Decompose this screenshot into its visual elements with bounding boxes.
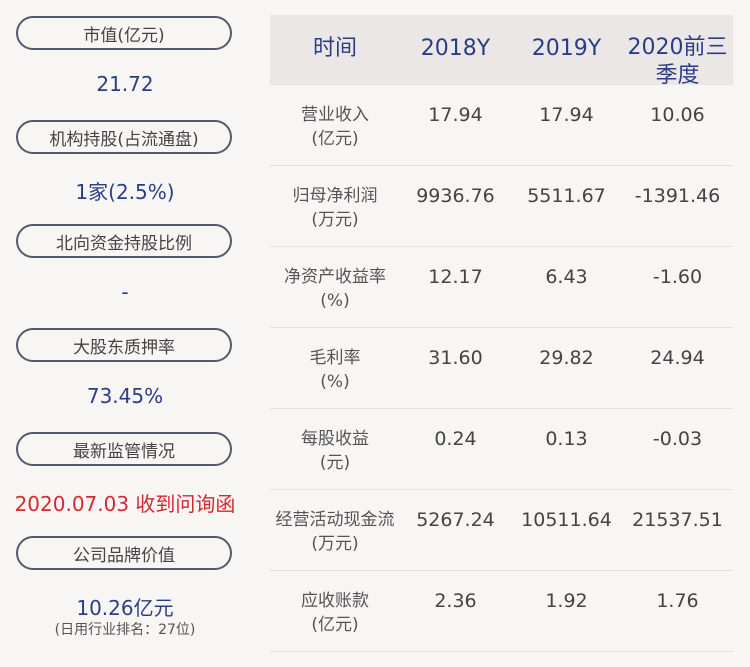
brand-rank-note: (日用行业排名：27位) [54, 622, 196, 638]
row-label-unit: (%) [320, 291, 350, 311]
northbound-ratio-label: 北向资金持股比例 [16, 224, 232, 258]
cell-2018: 12.17 [428, 266, 483, 288]
cell-2019: 1.92 [545, 590, 588, 612]
header-time: 时间 [312, 36, 357, 61]
cell-2019: 5511.67 [527, 185, 606, 207]
pledge-ratio-value: 73.45% [86, 384, 164, 408]
cell-2020q3: 24.94 [650, 347, 705, 369]
pledge-ratio-label: 大股东质押率 [16, 328, 232, 362]
row-label-unit: (元) [319, 453, 351, 473]
table-row: 应收账款 (亿元) 2.36 1.92 1.76 [270, 571, 733, 652]
cell-2019: 17.94 [539, 104, 594, 126]
row-label-unit: (%) [320, 372, 350, 392]
cell-2019: 6.43 [545, 266, 588, 288]
financial-table: 时间 2018Y 2019Y 2020前三季度 营业收入 (亿元) 17.94 … [270, 15, 733, 652]
row-label-name: 净资产收益率 [284, 267, 386, 287]
cell-2018: 5267.24 [416, 509, 495, 531]
cell-2020q3: -1.60 [652, 266, 703, 288]
brand-value-value: 10.26亿元 [76, 596, 174, 620]
header-2018: 2018Y [420, 36, 491, 61]
page: 市值(亿元) 21.72 机构持股(占流通盘) 1家(2.5%) 北向资金持股比… [0, 0, 750, 667]
cell-2018: 0.24 [434, 428, 477, 450]
market-cap-label-text: 市值(亿元) [83, 25, 165, 46]
table-row: 净资产收益率 (%) 12.17 6.43 -1.60 [270, 247, 733, 328]
table-row: 归母净利润 (万元) 9936.76 5511.67 -1391.46 [270, 166, 733, 247]
cell-2020q3: 21537.51 [632, 509, 723, 531]
brand-value-label: 公司品牌价值 [16, 536, 232, 570]
table-row: 毛利率 (%) 31.60 29.82 24.94 [270, 328, 733, 409]
row-label: 经营活动现金流 (万元) [270, 508, 400, 556]
header-2020q3: 2020前三季度 [627, 35, 728, 88]
table-header: 时间 2018Y 2019Y 2020前三季度 [270, 15, 733, 88]
cell-2018: 31.60 [428, 347, 483, 369]
table-row: 经营活动现金流 (万元) 5267.24 10511.64 21537.51 [270, 490, 733, 571]
cell-2019: 10511.64 [521, 509, 612, 531]
cell-2020q3: 1.76 [656, 590, 699, 612]
cell-2020q3: -0.03 [652, 428, 703, 450]
table-row: 营业收入 (亿元) 17.94 17.94 10.06 [270, 85, 733, 166]
cell-2020q3: -1391.46 [634, 185, 721, 207]
row-label-unit: (亿元) [311, 615, 359, 635]
institution-holding-label-text: 机构持股(占流通盘) [49, 129, 199, 150]
row-label: 毛利率 (%) [270, 346, 400, 394]
row-label-unit: (亿元) [311, 129, 359, 149]
cell-2018: 2.36 [434, 590, 477, 612]
brand-value-label-text: 公司品牌价值 [73, 545, 175, 566]
pledge-ratio-label-text: 大股东质押率 [73, 337, 175, 358]
regulation-status-label: 最新监管情况 [16, 432, 232, 466]
row-label: 应收账款 (亿元) [270, 589, 400, 637]
cell-2020q3: 10.06 [650, 104, 705, 126]
regulation-status-label-text: 最新监管情况 [73, 441, 175, 462]
northbound-ratio-value: - [121, 280, 129, 304]
institution-holding-label: 机构持股(占流通盘) [16, 120, 232, 154]
header-2019: 2019Y [531, 36, 602, 61]
cell-2019: 0.13 [545, 428, 588, 450]
row-label: 净资产收益率 (%) [270, 265, 400, 313]
market-cap-value: 21.72 [96, 72, 154, 96]
row-label: 每股收益 (元) [270, 427, 400, 475]
cell-2018: 9936.76 [416, 185, 495, 207]
regulation-status-value: 2020.07.03 收到问询函 [14, 492, 236, 516]
row-label-name: 营业收入 [301, 105, 369, 125]
cell-2018: 17.94 [428, 104, 483, 126]
row-label-name: 经营活动现金流 [275, 510, 395, 530]
row-label-name: 毛利率 [309, 348, 361, 368]
row-label: 归母净利润 (万元) [270, 184, 400, 232]
row-label-name: 每股收益 [301, 429, 369, 449]
row-label: 营业收入 (亿元) [270, 103, 400, 151]
row-label-name: 应收账款 [301, 591, 369, 611]
row-label-unit: (万元) [311, 534, 359, 554]
row-label-name: 归母净利润 [292, 186, 378, 206]
row-label-unit: (万元) [311, 210, 359, 230]
table-row: 每股收益 (元) 0.24 0.13 -0.03 [270, 409, 733, 490]
cell-2019: 29.82 [539, 347, 594, 369]
northbound-ratio-label-text: 北向资金持股比例 [56, 233, 192, 254]
left-panel: 市值(亿元) 21.72 机构持股(占流通盘) 1家(2.5%) 北向资金持股比… [0, 0, 250, 667]
market-cap-label: 市值(亿元) [16, 16, 232, 50]
institution-holding-value: 1家(2.5%) [75, 180, 175, 204]
